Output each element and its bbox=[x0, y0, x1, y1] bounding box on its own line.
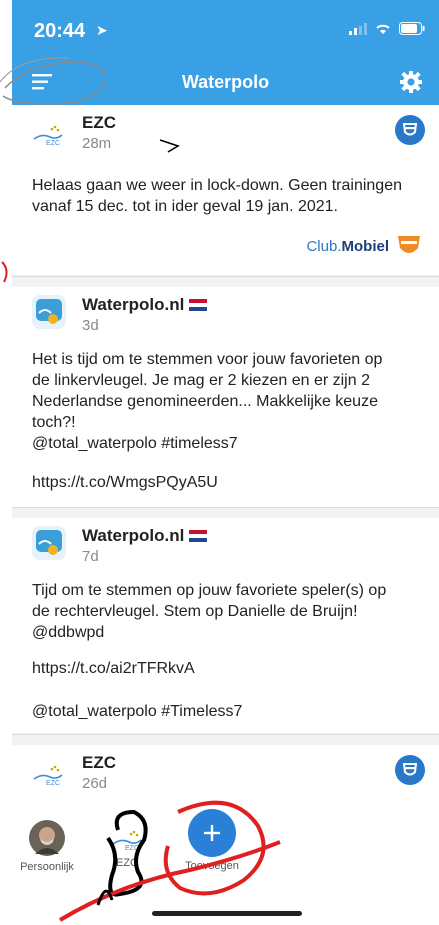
tab-label: Persoonlijk bbox=[20, 861, 74, 873]
clubmobiel-label: Club.Mobiel bbox=[306, 237, 389, 255]
plus-icon bbox=[204, 825, 220, 841]
post-age: 28m bbox=[82, 135, 112, 152]
clubmobiel-brand[interactable]: Club.Mobiel bbox=[306, 233, 423, 259]
tab-persoonlijk[interactable]: Persoonlijk bbox=[12, 820, 82, 873]
post-link[interactable]: https://t.co/ai2rTFRkvA bbox=[32, 658, 423, 679]
clubmobiel-shield-icon bbox=[395, 115, 425, 145]
post-card[interactable]: Waterpolo.nl 7d Tijd om te stemmen op jo… bbox=[12, 518, 439, 733]
waterpolo-logo-icon bbox=[32, 526, 66, 560]
post-age: 7d bbox=[82, 548, 99, 565]
post-age: 3d bbox=[82, 317, 99, 334]
home-indicator bbox=[152, 911, 302, 916]
app-screen: 20:44 ➤ Waterpolo EZC EZC 28m Helaas gaa… bbox=[12, 0, 439, 925]
svg-text:EZC: EZC bbox=[46, 140, 60, 147]
post-card[interactable]: EZC EZC 28m Helaas gaan we weer in lock-… bbox=[12, 105, 439, 275]
status-time: 20:44 bbox=[34, 20, 86, 42]
post-card[interactable]: Waterpolo.nl 3d Het is tijd om te stemme… bbox=[12, 287, 439, 507]
post-author: EZC bbox=[82, 113, 116, 132]
signal-icon bbox=[349, 22, 367, 35]
post-age: 26d bbox=[82, 775, 108, 792]
wifi-icon bbox=[376, 24, 390, 34]
clubmobiel-shield-icon bbox=[398, 236, 420, 253]
post-text: Helaas gaan we weer in lock-down. Geen t… bbox=[32, 177, 402, 215]
post-hashtags: @total_waterpolo #Timeless7 bbox=[32, 703, 243, 720]
divider bbox=[12, 734, 439, 735]
nav-bar: Waterpolo bbox=[12, 58, 439, 105]
svg-text:EZC: EZC bbox=[125, 845, 139, 852]
post-author: Waterpolo.nl bbox=[82, 526, 208, 546]
divider bbox=[12, 276, 439, 277]
location-arrow-icon: ➤ bbox=[96, 22, 108, 38]
ezc-logo-icon: EZC bbox=[112, 830, 142, 852]
post-author: EZC bbox=[82, 753, 116, 772]
dutch-flag-icon bbox=[189, 530, 208, 542]
tab-ezc[interactable]: EZC EZC bbox=[102, 826, 152, 869]
add-button[interactable] bbox=[188, 809, 236, 857]
page-title: Waterpolo bbox=[181, 72, 270, 92]
tab-label: EZC bbox=[116, 857, 138, 869]
battery-icon bbox=[399, 22, 425, 35]
ezc-logo-icon: EZC bbox=[33, 765, 63, 787]
clubmobiel-shield-icon bbox=[395, 755, 425, 785]
post-link[interactable]: https://t.co/WmgsPQyA5U bbox=[32, 472, 423, 493]
tab-toevoegen-label: Toevoegen bbox=[185, 860, 239, 872]
waterpolo-logo-icon bbox=[32, 295, 66, 329]
post-text: Het is tijd om te stemmen voor jouw favo… bbox=[32, 351, 383, 452]
ezc-logo-icon: EZC bbox=[33, 125, 63, 147]
gear-icon[interactable] bbox=[399, 70, 423, 94]
post-card[interactable]: EZC EZC 26d bbox=[12, 745, 439, 800]
svg-text:EZC: EZC bbox=[46, 780, 60, 787]
avatar bbox=[29, 820, 65, 856]
divider bbox=[12, 507, 439, 508]
status-icons bbox=[349, 22, 425, 35]
status-bar: 20:44 ➤ bbox=[12, 0, 439, 58]
post-author: Waterpolo.nl bbox=[82, 295, 208, 315]
post-text: Tijd om te stemmen op jouw favoriete spe… bbox=[32, 582, 387, 641]
bottom-tab-bar: Persoonlijk EZC EZC Toevoegen bbox=[12, 800, 439, 925]
dutch-flag-icon bbox=[189, 299, 208, 311]
